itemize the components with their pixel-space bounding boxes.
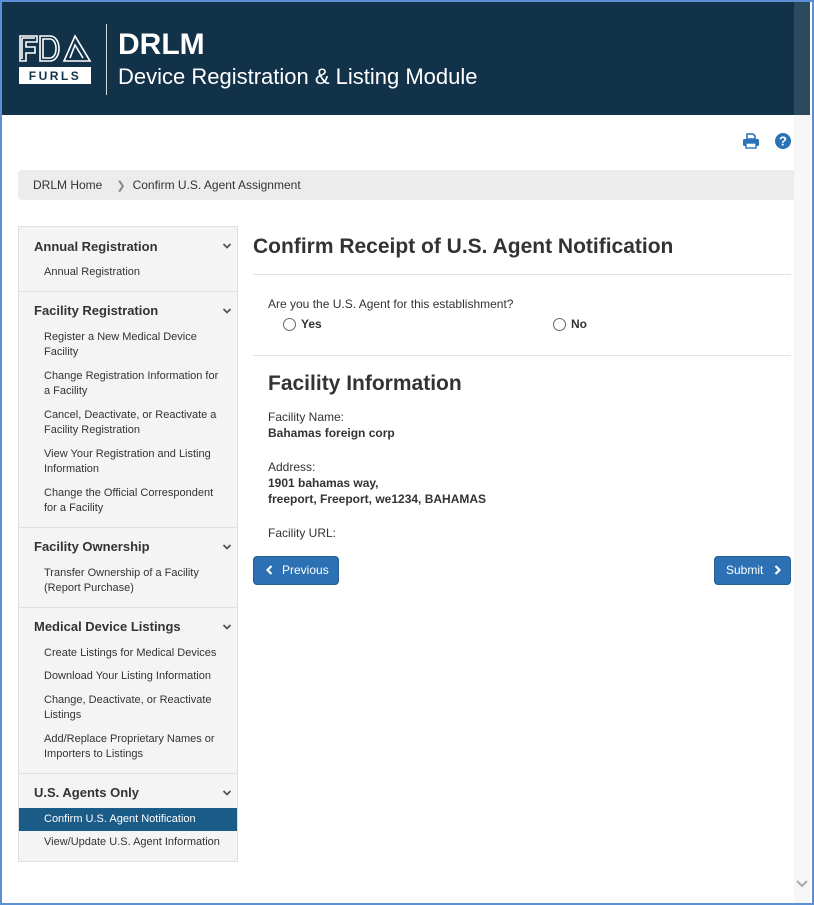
chevron-left-icon <box>265 565 273 575</box>
sidebar-group-header[interactable]: Annual Registration <box>19 227 237 255</box>
logo-divider <box>106 24 107 95</box>
chevron-down-icon <box>222 307 232 314</box>
sidebar-nav: Annual Registration Annual Registration … <box>18 226 238 862</box>
radio-no-label[interactable]: No <box>571 317 587 331</box>
vertical-scrollbar[interactable] <box>794 2 810 903</box>
sidebar-item-download-listings[interactable]: Download Your Listing Information <box>19 665 237 689</box>
main-content: Confirm Receipt of U.S. Agent Notificati… <box>253 226 791 587</box>
toolbar: ? <box>742 132 792 150</box>
sidebar-item-cancel-deactivate-registration[interactable]: Cancel, Deactivate, or Reactivate a Faci… <box>19 404 237 443</box>
breadcrumb: DRLM Home ❯ Confirm U.S. Agent Assignmen… <box>18 170 794 200</box>
sidebar-group-annual-registration: Annual Registration Annual Registration <box>19 227 237 292</box>
address-line-2: freeport, Freeport, we1234, BAHAMAS <box>268 492 487 506</box>
sidebar-group-facility-ownership: Facility Ownership Transfer Ownership of… <box>19 528 237 608</box>
fda-furls-logo: FURLS <box>19 34 92 84</box>
sidebar-item-confirm-agent-notification[interactable]: Confirm U.S. Agent Notification <box>19 807 237 831</box>
radio-yes-circle[interactable] <box>283 317 296 331</box>
radio-no[interactable]: No <box>553 317 587 331</box>
svg-text:?: ? <box>779 134 787 149</box>
previous-button-label: Previous <box>282 563 329 577</box>
sidebar-item-proprietary-names[interactable]: Add/Replace Proprietary Names or Importe… <box>19 728 237 767</box>
address-line-1: 1901 bahamas way, <box>268 475 379 490</box>
page-title: Confirm Receipt of U.S. Agent Notificati… <box>253 235 674 258</box>
radio-no-circle[interactable] <box>553 317 566 331</box>
breadcrumb-chevron-icon: ❯ <box>116 179 126 192</box>
sidebar-group-header[interactable]: U.S. Agents Only <box>19 774 237 802</box>
facility-info-heading: Facility Information <box>268 372 462 395</box>
radio-yes-label[interactable]: Yes <box>301 317 322 331</box>
sidebar-item-annual-registration[interactable]: Annual Registration <box>19 261 237 285</box>
sidebar-group-title: U.S. Agents Only <box>34 785 139 800</box>
address-label: Address: <box>268 459 316 474</box>
chevron-down-icon <box>222 789 232 796</box>
sidebar-group-header[interactable]: Medical Device Listings <box>19 608 237 636</box>
sidebar-item-change-listings[interactable]: Change, Deactivate, or Reactivate Listin… <box>19 689 237 728</box>
app-header: FURLS DRLM Device Registration & Listing… <box>2 2 794 115</box>
facility-url-label: Facility URL: <box>268 525 337 540</box>
agent-radio-group: Yes No <box>253 317 791 339</box>
facility-name-value: Bahamas foreign corp <box>268 426 395 440</box>
print-icon[interactable] <box>742 132 760 150</box>
breadcrumb-current: Confirm U.S. Agent Assignment <box>132 178 301 192</box>
logo-text-furls: FURLS <box>29 69 82 83</box>
divider <box>253 274 791 275</box>
scrollbar-thumb[interactable] <box>794 2 810 115</box>
chevron-down-icon <box>222 623 232 630</box>
sidebar-group-title: Medical Device Listings <box>34 619 181 634</box>
page: FURLS DRLM Device Registration & Listing… <box>2 2 794 903</box>
sidebar-item-change-correspondent[interactable]: Change the Official Correspondent for a … <box>19 482 237 521</box>
submit-button[interactable]: Submit <box>714 555 791 585</box>
sidebar-group-header[interactable]: Facility Ownership <box>19 528 237 556</box>
sidebar-item-create-listings[interactable]: Create Listings for Medical Devices <box>19 642 237 666</box>
sidebar-item-transfer-ownership[interactable]: Transfer Ownership of a Facility (Report… <box>19 562 237 601</box>
help-icon[interactable]: ? <box>774 132 792 150</box>
chevron-down-icon <box>222 243 232 249</box>
sidebar-group-us-agents: U.S. Agents Only Confirm U.S. Agent Noti… <box>19 774 237 861</box>
sidebar-item-change-registration[interactable]: Change Registration Information for a Fa… <box>19 365 237 404</box>
agent-question-label: Are you the U.S. Agent for this establis… <box>268 297 514 311</box>
chevron-down-icon <box>222 543 232 550</box>
sidebar-item-view-update-agent[interactable]: View/Update U.S. Agent Information <box>19 831 237 855</box>
sidebar-item-register-facility[interactable]: Register a New Medical Device Facility <box>19 326 237 365</box>
sidebar-group-header[interactable]: Facility Registration <box>19 292 237 320</box>
sidebar-group-title: Facility Ownership <box>34 539 150 554</box>
scroll-down-arrow-icon[interactable] <box>796 879 808 889</box>
radio-yes[interactable]: Yes <box>283 317 322 331</box>
app-title: DRLM <box>118 28 205 61</box>
sidebar-group-title: Annual Registration <box>34 238 158 254</box>
chevron-right-icon <box>775 565 782 575</box>
sidebar-group-title: Facility Registration <box>34 303 159 318</box>
sidebar-group-device-listings: Medical Device Listings Create Listings … <box>19 608 237 774</box>
divider <box>253 355 791 356</box>
sidebar-item-view-registration[interactable]: View Your Registration and Listing Infor… <box>19 443 237 482</box>
app-subtitle: Device Registration & Listing Module <box>118 64 478 89</box>
submit-button-label: Submit <box>726 563 764 577</box>
facility-name-label: Facility Name: <box>268 410 345 424</box>
sidebar-group-facility-registration: Facility Registration Register a New Med… <box>19 292 237 528</box>
form-actions: Previous Submit <box>253 555 791 587</box>
previous-button[interactable]: Previous <box>253 555 339 585</box>
breadcrumb-home-link[interactable]: DRLM Home <box>33 178 102 192</box>
